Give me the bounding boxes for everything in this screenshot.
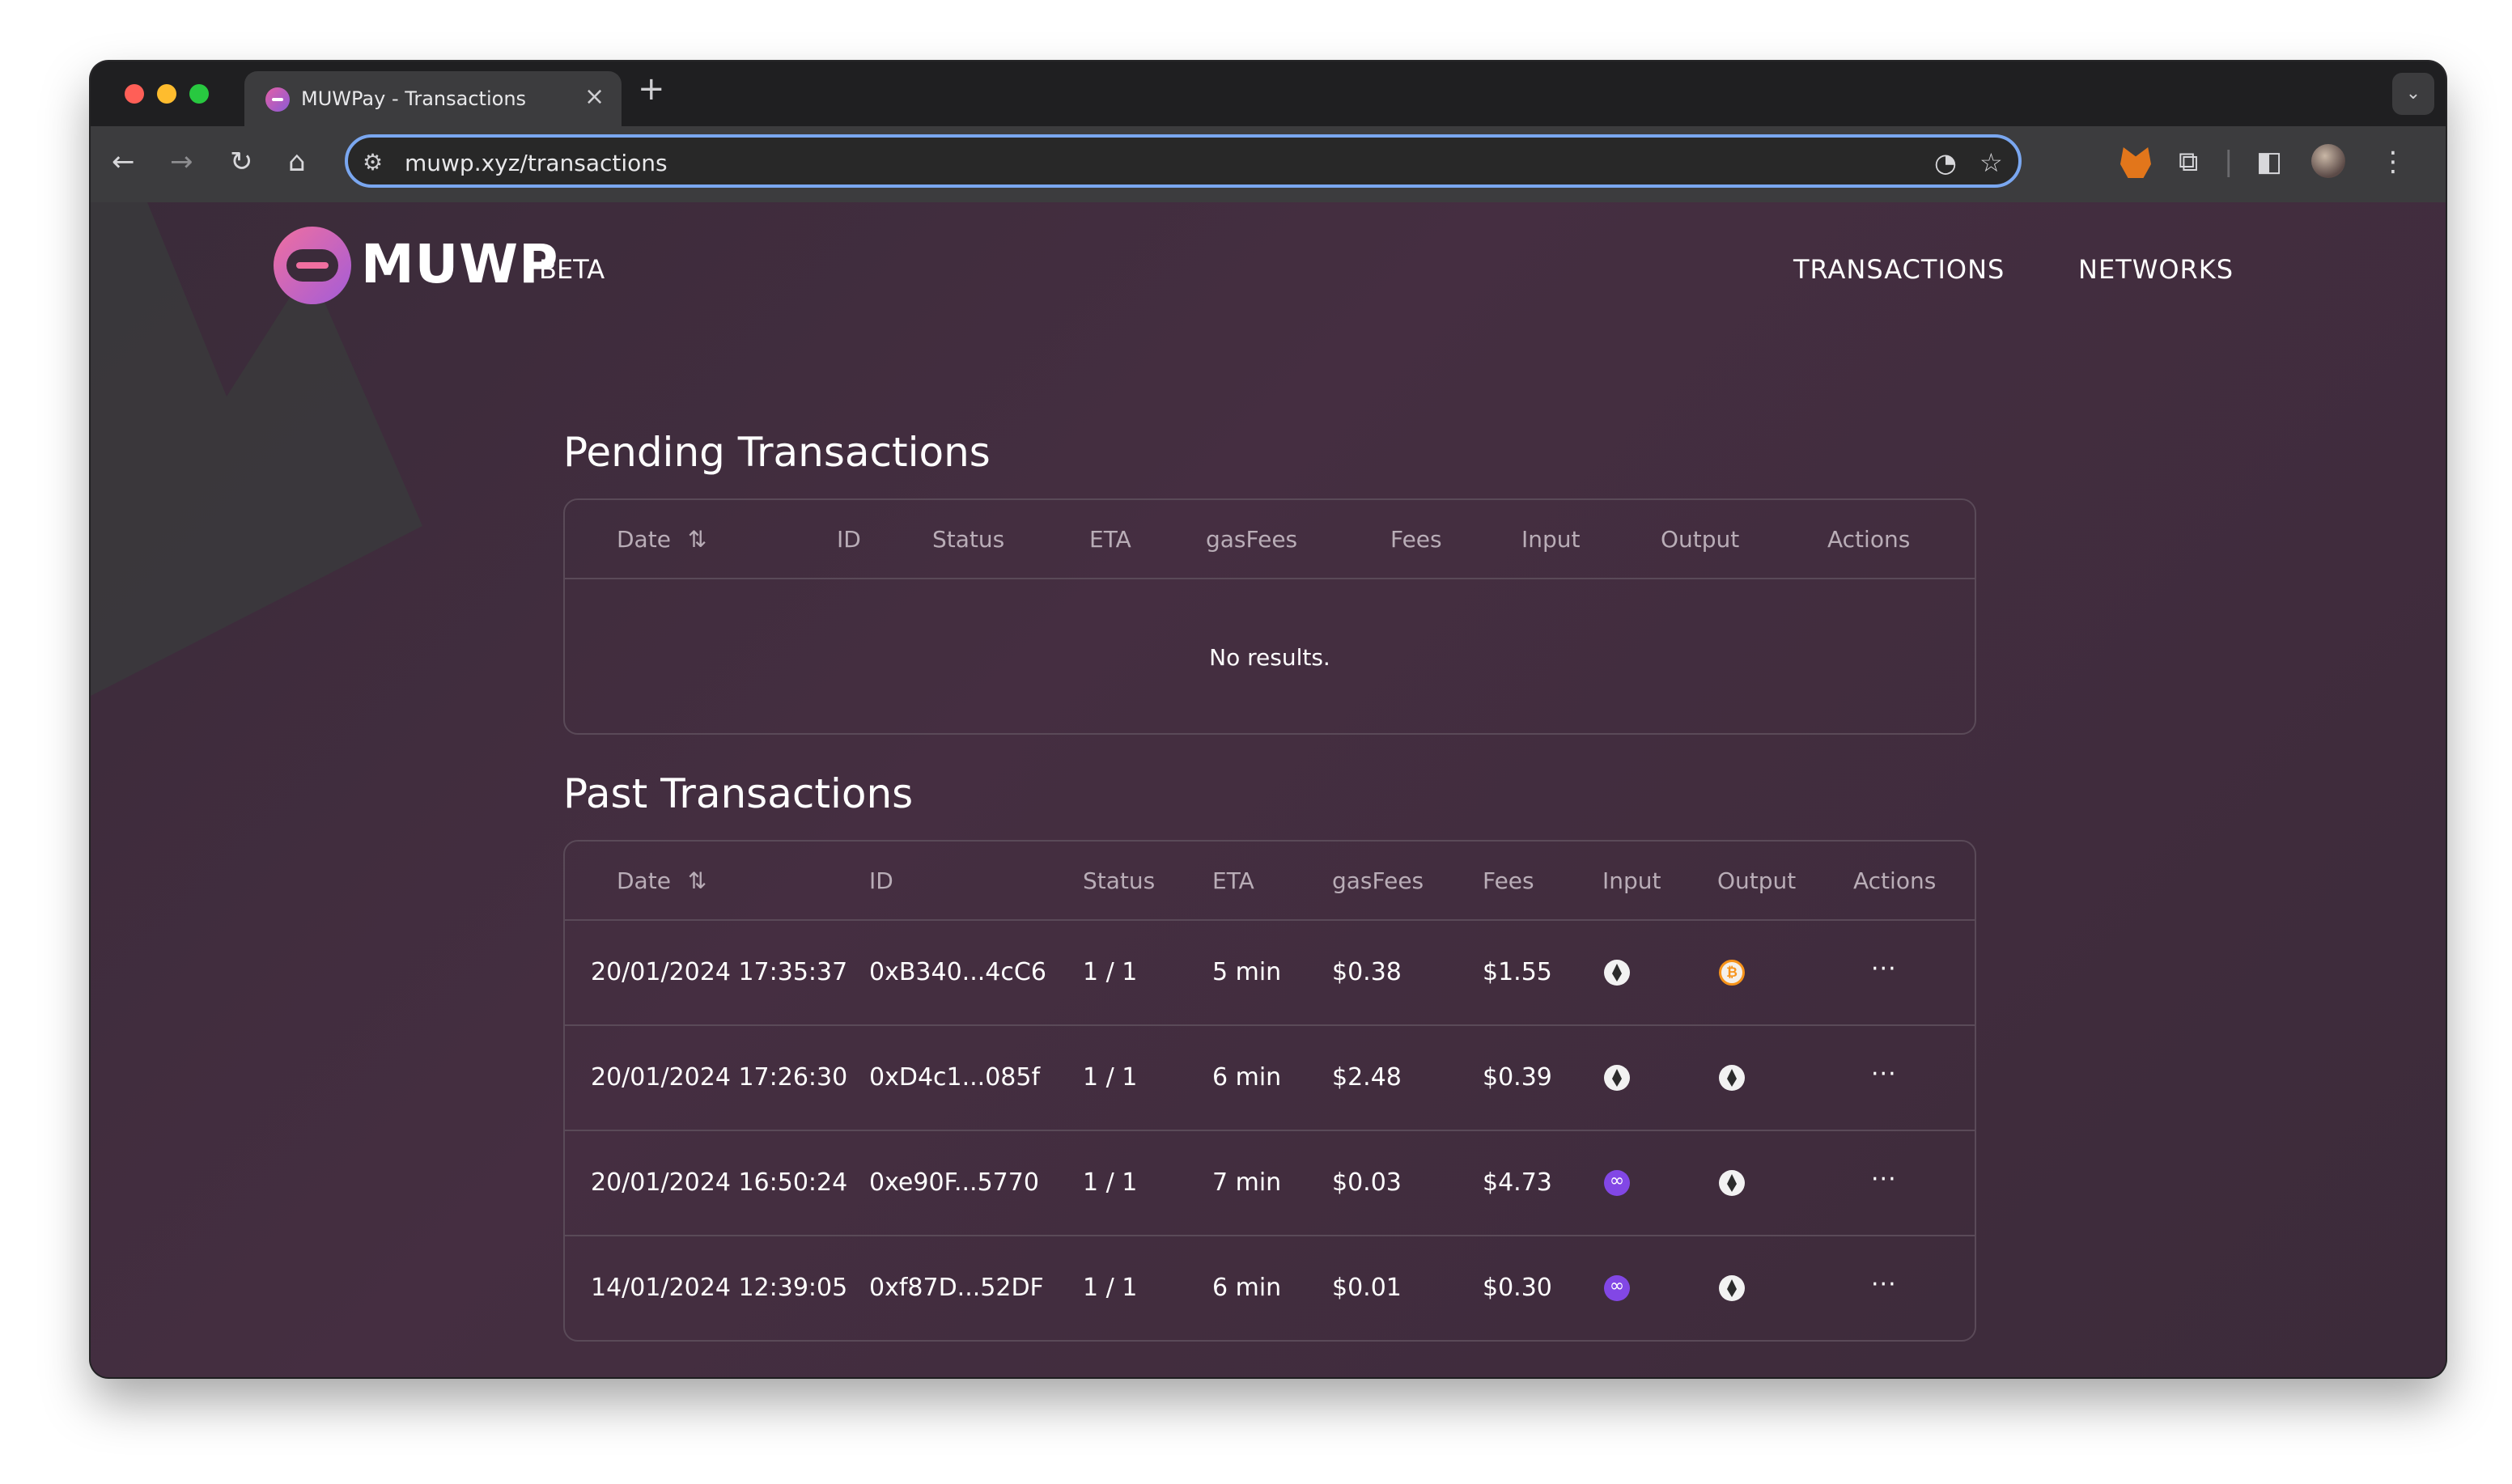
past-col-eta: ETA: [1212, 867, 1254, 894]
row-fees: $4.73: [1483, 1168, 1552, 1197]
pending-col-gasfees: gasFees: [1206, 526, 1298, 553]
row-eta: 6 min: [1212, 1063, 1282, 1092]
logo-text[interactable]: MUWP: [361, 233, 558, 295]
row-fees: $1.55: [1483, 958, 1552, 986]
ethereum-icon: [1719, 1065, 1745, 1091]
pending-col-fees: Fees: [1390, 526, 1442, 553]
close-window-button[interactable]: [125, 84, 144, 104]
row-actions-more-icon[interactable]: ···: [1871, 1270, 1897, 1299]
maximize-window-button[interactable]: [189, 84, 209, 104]
pending-col-date[interactable]: Date ⇅: [617, 526, 706, 553]
profile-avatar[interactable]: [2311, 144, 2345, 178]
pending-col-id: ID: [837, 526, 861, 553]
row-actions-more-icon[interactable]: ···: [1871, 1060, 1897, 1088]
muwp-logo-icon[interactable]: [274, 227, 351, 304]
address-bar[interactable]: ⚙ muwp.xyz/transactions ◔ ☆: [345, 134, 2022, 188]
nav-transactions[interactable]: TRANSACTIONS: [1793, 254, 2005, 285]
browser-window: MUWPay - Transactions × + ⌄ ← → ↻ ⌂ ⚙ mu…: [91, 61, 2446, 1377]
pending-col-actions: Actions: [1827, 526, 1911, 553]
tab-search-chevron-icon[interactable]: ⌄: [2392, 73, 2434, 115]
past-table: Date ⇅ ID Status ETA gasFees Fees Input …: [563, 840, 1976, 1342]
pending-header-divider: [565, 578, 1975, 579]
past-col-input: Input: [1602, 867, 1661, 894]
beta-badge: BETA: [539, 254, 605, 285]
row-id[interactable]: 0xB340...4cC6: [869, 958, 1046, 986]
extensions-puzzle-icon[interactable]: ⧉: [2179, 146, 2198, 178]
sort-icon[interactable]: ⇅: [688, 867, 706, 894]
pending-col-status: Status: [932, 526, 1005, 553]
back-arrow-icon[interactable]: ←: [112, 146, 135, 178]
muwp-favicon-icon: [265, 87, 290, 112]
active-tab[interactable]: MUWPay - Transactions ×: [244, 71, 622, 126]
row-actions-more-icon[interactable]: ···: [1871, 1165, 1897, 1194]
past-col-fees: Fees: [1483, 867, 1534, 894]
past-header-divider: [565, 919, 1975, 921]
address-url[interactable]: muwp.xyz/transactions: [405, 150, 668, 176]
forward-arrow-icon[interactable]: →: [170, 146, 193, 178]
past-col-output: Output: [1717, 867, 1797, 894]
ethereum-icon: [1604, 960, 1630, 986]
pending-table: Date ⇅ ID Status ETA gasFees Fees Input …: [563, 498, 1976, 735]
past-col-status: Status: [1083, 867, 1156, 894]
ethereum-icon: [1719, 1170, 1745, 1196]
row-divider: [565, 1235, 1975, 1236]
row-divider: [565, 1024, 1975, 1026]
past-col-date[interactable]: Date ⇅: [617, 867, 706, 894]
bitcoin-icon: [1719, 960, 1745, 986]
row-fees: $0.39: [1483, 1063, 1552, 1092]
ethereum-icon: [1604, 1065, 1630, 1091]
row-status: 1 / 1: [1083, 1168, 1138, 1197]
toolbar-divider: |: [2224, 146, 2234, 178]
kebab-menu-icon[interactable]: ⋮: [2379, 146, 2407, 178]
row-status: 1 / 1: [1083, 958, 1138, 986]
pending-title: Pending Transactions: [563, 429, 991, 476]
pending-col-output: Output: [1661, 526, 1740, 553]
tab-title: MUWPay - Transactions: [301, 87, 527, 110]
row-divider: [565, 1130, 1975, 1131]
row-actions-more-icon[interactable]: ···: [1871, 955, 1897, 983]
row-id[interactable]: 0xe90F...5770: [869, 1168, 1039, 1197]
row-date: 20/01/2024 17:26:30: [591, 1063, 848, 1092]
row-date: 14/01/2024 12:39:05: [591, 1274, 848, 1302]
row-gasfees: $0.03: [1332, 1168, 1402, 1197]
row-status: 1 / 1: [1083, 1274, 1138, 1302]
browser-toolbar: ← → ↻ ⌂ ⚙ muwp.xyz/transactions ◔ ☆ ⧉ | …: [91, 126, 2446, 204]
row-date: 20/01/2024 17:35:37: [591, 958, 848, 986]
pending-empty-message: No results.: [1209, 644, 1330, 671]
nav-networks[interactable]: NETWORKS: [2078, 254, 2234, 285]
row-eta: 5 min: [1212, 958, 1282, 986]
row-eta: 6 min: [1212, 1274, 1282, 1302]
past-col-gasfees: gasFees: [1332, 867, 1424, 894]
page-content: MUWP BETA TRANSACTIONS NETWORKS Pending …: [91, 202, 2446, 1377]
home-icon[interactable]: ⌂: [288, 146, 306, 178]
tab-strip: MUWPay - Transactions × + ⌄: [91, 61, 2446, 126]
metamask-extension-icon[interactable]: [2120, 147, 2151, 178]
row-gasfees: $2.48: [1332, 1063, 1402, 1092]
performance-icon[interactable]: ◔: [1934, 147, 1957, 178]
polygon-icon: [1604, 1168, 1630, 1196]
row-id[interactable]: 0xf87D...52DF: [869, 1274, 1044, 1302]
row-fees: $0.30: [1483, 1274, 1552, 1302]
bookmark-star-icon[interactable]: ☆: [1979, 147, 2003, 178]
row-gasfees: $0.01: [1332, 1274, 1402, 1302]
pending-col-eta: ETA: [1089, 526, 1131, 553]
row-date: 20/01/2024 16:50:24: [591, 1168, 848, 1197]
past-col-id: ID: [869, 867, 893, 894]
side-panel-icon[interactable]: ◧: [2256, 146, 2282, 178]
past-col-actions: Actions: [1853, 867, 1937, 894]
row-id[interactable]: 0xD4c1...085f: [869, 1063, 1040, 1092]
minimize-window-button[interactable]: [157, 84, 176, 104]
tab-close-icon[interactable]: ×: [584, 83, 605, 111]
reload-icon[interactable]: ↻: [230, 146, 253, 178]
polygon-icon: [1604, 1274, 1630, 1301]
row-gasfees: $0.38: [1332, 958, 1402, 986]
sort-icon[interactable]: ⇅: [688, 526, 706, 553]
new-tab-button[interactable]: +: [638, 73, 665, 105]
row-eta: 7 min: [1212, 1168, 1282, 1197]
past-title: Past Transactions: [563, 770, 914, 817]
site-settings-icon[interactable]: ⚙: [363, 149, 383, 176]
row-status: 1 / 1: [1083, 1063, 1138, 1092]
pending-col-input: Input: [1521, 526, 1581, 553]
ethereum-icon: [1719, 1275, 1745, 1301]
